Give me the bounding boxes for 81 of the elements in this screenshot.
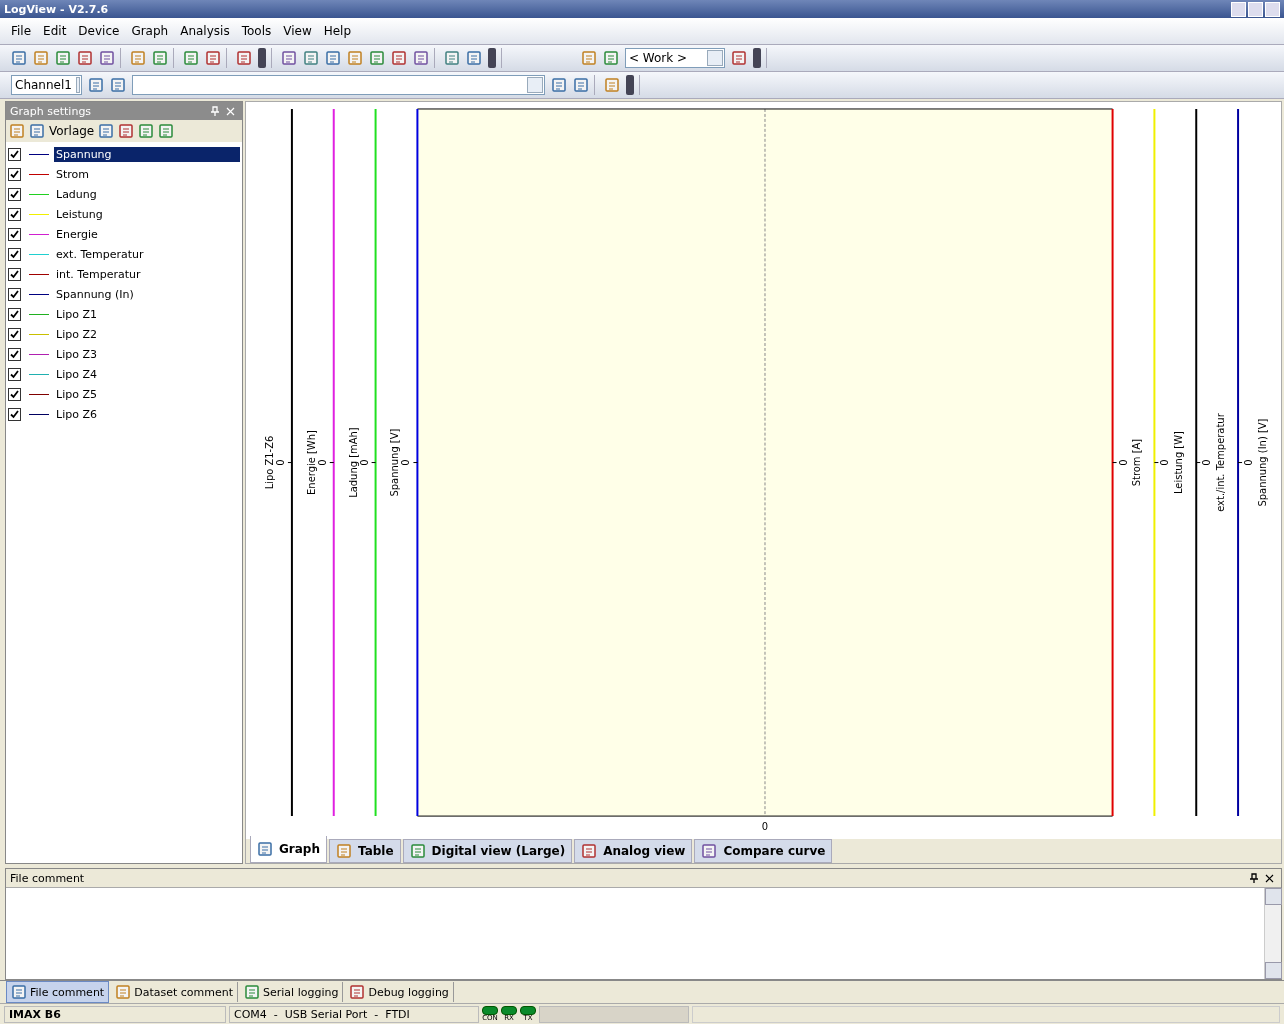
panel-title: Graph settings: [10, 104, 93, 118]
axis-tick-label: 0: [1243, 459, 1254, 466]
curve-checkbox[interactable]: [8, 407, 21, 421]
axis-title: Lipo Z1-Z6: [264, 435, 275, 490]
view-tab[interactable]: Graph: [250, 836, 327, 863]
curve-checkbox[interactable]: [8, 287, 21, 301]
bottom-tab[interactable]: Debug logging: [345, 982, 454, 1002]
toolbar-dropdown-button[interactable]: [258, 48, 266, 68]
bottom-tab[interactable]: File comment: [6, 981, 110, 1003]
axis-title: ext./int. Temperatur: [1215, 413, 1227, 512]
axis-tick-label: 0: [1159, 459, 1171, 466]
curve-name[interactable]: Lipo Z3: [54, 346, 99, 362]
axis-title: Energie [Wh]: [305, 430, 317, 495]
curve-checkbox[interactable]: [8, 147, 21, 161]
axis-tick-label: 0: [1117, 459, 1129, 466]
axis-title: Strom [A]: [1131, 438, 1143, 487]
vertical-scrollbar[interactable]: [1264, 888, 1281, 979]
bottom-tab[interactable]: Dataset comment: [111, 982, 238, 1002]
device-name: IMAX B6: [4, 1005, 226, 1023]
close-button[interactable]: [1265, 1, 1280, 17]
curve-checkbox[interactable]: [8, 227, 21, 241]
menu-item[interactable]: Help: [318, 22, 357, 40]
curve-name[interactable]: int. Temperatur: [54, 266, 143, 282]
axis-title: Spannung [V]: [389, 428, 401, 497]
curve-checkbox[interactable]: [8, 387, 21, 401]
curve-name[interactable]: Lipo Z1: [54, 306, 99, 322]
menu-item[interactable]: Graph: [126, 22, 174, 40]
menu-item[interactable]: Edit: [38, 22, 72, 40]
restore-button[interactable]: [1248, 1, 1263, 17]
minimize-button[interactable]: [1231, 1, 1246, 17]
view-tab[interactable]: Analog view: [574, 839, 693, 863]
bottom-tab[interactable]: Serial logging: [240, 982, 344, 1002]
toolbar-dropdown-button[interactable]: [753, 48, 761, 68]
dataset-combo[interactable]: [132, 75, 545, 95]
window-title: LogView - V2.7.6: [4, 2, 109, 16]
curve-name[interactable]: Strom: [54, 166, 92, 182]
menu-item[interactable]: Analysis: [175, 22, 235, 40]
curve-name[interactable]: Ladung: [54, 186, 99, 202]
curve-name[interactable]: ext. Temperatur: [54, 246, 146, 262]
curve-checkbox[interactable]: [8, 267, 21, 281]
curve-name[interactable]: Lipo Z5: [54, 386, 99, 402]
curve-checkbox[interactable]: [8, 307, 21, 321]
view-tab[interactable]: Digital view (Large): [402, 839, 573, 863]
axis-tick-label: 0: [274, 459, 286, 466]
curve-checkbox[interactable]: [8, 327, 21, 341]
toolbar-dropdown-button[interactable]: [488, 48, 496, 68]
curve-checkbox[interactable]: [8, 247, 21, 261]
axis-tick-label: 0: [358, 459, 370, 466]
panel-title: File comment: [10, 871, 86, 885]
axis-tick-label: 0: [316, 459, 328, 466]
axis-title: Ladung [mAh]: [347, 427, 359, 498]
curve-name[interactable]: Energie: [54, 226, 100, 242]
axis-tick-label: 0: [761, 821, 769, 833]
menu-item[interactable]: Tools: [236, 22, 277, 40]
curve-name[interactable]: Spannung: [54, 146, 240, 162]
axis-title: Leistung [W]: [1173, 431, 1185, 494]
curve-checkbox[interactable]: [8, 347, 21, 361]
toolbar-dropdown-button[interactable]: [626, 75, 634, 95]
channel-combo[interactable]: Channel1: [11, 75, 82, 95]
axis-tick-label: 0: [1201, 459, 1213, 466]
curve-checkbox[interactable]: [8, 367, 21, 381]
template-label: Vorlage: [49, 124, 95, 138]
curve-name[interactable]: Spannung (In): [54, 286, 136, 302]
curve-name[interactable]: Lipo Z2: [54, 326, 99, 342]
menu-item[interactable]: File: [6, 22, 37, 40]
menu-item[interactable]: View: [278, 22, 317, 40]
view-tab[interactable]: Compare curve: [694, 839, 833, 863]
axis-tick-label: 0: [400, 459, 412, 466]
curve-checkbox[interactable]: [8, 207, 21, 221]
curve-checkbox[interactable]: [8, 167, 21, 181]
curve-checkbox[interactable]: [8, 187, 21, 201]
curve-name[interactable]: Lipo Z4: [54, 366, 99, 382]
axis-title: Spannung (In) [V]: [1256, 418, 1268, 507]
close-icon[interactable]: [1265, 873, 1274, 883]
curve-name[interactable]: Leistung: [54, 206, 105, 222]
view-tab[interactable]: Table: [329, 839, 401, 863]
curve-name[interactable]: Lipo Z6: [54, 406, 99, 422]
work-combo[interactable]: < Work >: [625, 48, 725, 68]
pin-icon[interactable]: [1249, 873, 1259, 883]
port-info: COM4 - USB Serial Port - FTDI: [229, 1005, 479, 1023]
menu-item[interactable]: Device: [73, 22, 125, 40]
